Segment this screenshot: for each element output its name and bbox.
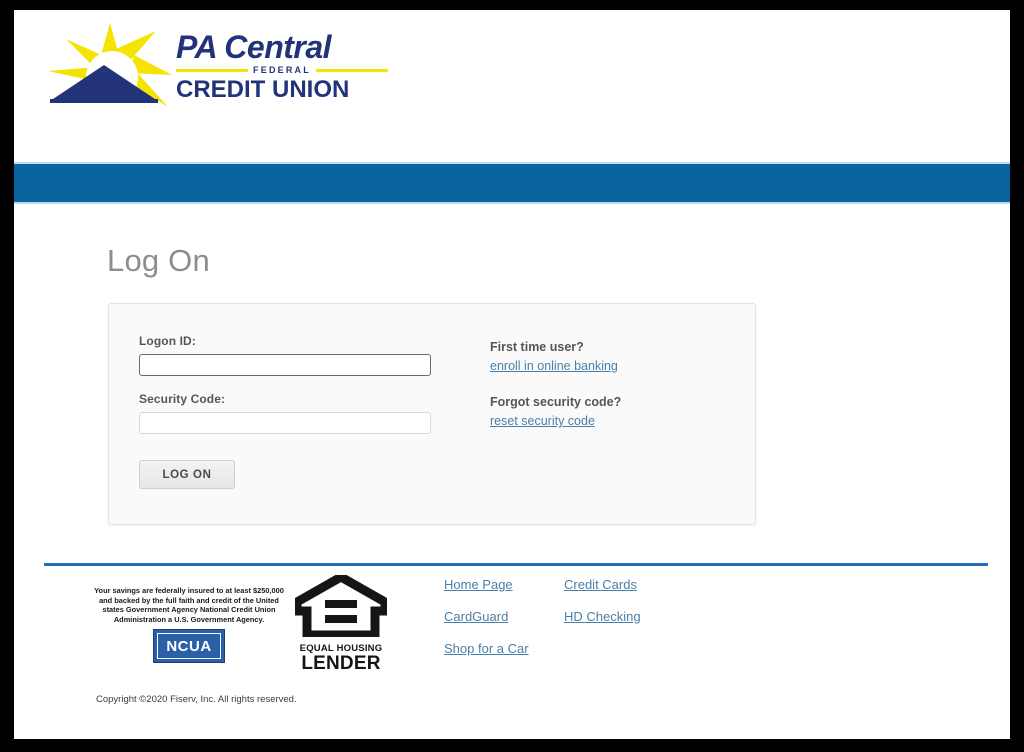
footer-link-cardguard[interactable]: CardGuard (444, 609, 508, 624)
footer-links-row: Home Page Credit Cards (444, 576, 704, 594)
security-code-field-group: Security Code: (139, 392, 469, 434)
footer-body: Your savings are federally insured to at… (14, 566, 1010, 718)
logo-name-secondary: CREDIT UNION (176, 76, 350, 103)
forgot-security-code-group: Forgot security code? reset security cod… (490, 395, 755, 430)
footer-links-row: CardGuard HD Checking (444, 608, 704, 626)
sun-mountain-logo-icon (48, 23, 173, 113)
footer-link-home-page[interactable]: Home Page (444, 577, 513, 592)
reset-security-code-link[interactable]: reset security code (490, 414, 595, 428)
site-logo[interactable]: PA Central FEDERAL CREDIT UNION (48, 23, 393, 118)
first-time-user-group: First time user? enroll in online bankin… (490, 340, 755, 375)
footer-link-cell: Credit Cards (564, 576, 637, 594)
login-form: Logon ID: Security Code: LOG ON (109, 304, 469, 524)
footer-link-credit-cards[interactable]: Credit Cards (564, 577, 637, 592)
browser-screenshot-frame: PA Central FEDERAL CREDIT UNION Log On L… (0, 0, 1024, 752)
ncua-seal-label: NCUA (166, 637, 212, 655)
security-code-label: Security Code: (139, 392, 226, 406)
ncua-seal-icon: NCUA (153, 629, 225, 664)
ncua-disclosure-text: Your savings are federally insured to at… (94, 586, 284, 624)
login-help-panel: First time user? enroll in online bankin… (469, 304, 755, 524)
logon-id-label: Logon ID: (139, 334, 196, 348)
page-title: Log On (107, 243, 210, 278)
site-header: PA Central FEDERAL CREDIT UNION (14, 10, 1010, 162)
forgot-security-code-heading: Forgot security code? (490, 395, 622, 409)
logon-id-field-group: Logon ID: (139, 334, 469, 376)
footer-link-hd-checking[interactable]: HD Checking (564, 609, 641, 624)
logon-id-input[interactable] (139, 354, 431, 376)
logo-federal-row: FEDERAL (176, 65, 388, 75)
ncua-disclosure-block: Your savings are federally insured to at… (94, 586, 284, 664)
equal-housing-lender-icon (291, 571, 391, 642)
log-on-button[interactable]: LOG ON (139, 460, 235, 489)
equal-housing-lender-wordmark: EQUAL HOUSING LENDER (291, 643, 391, 674)
security-code-input[interactable] (139, 412, 431, 434)
logo-rule-left (176, 68, 249, 72)
footer-link-cell: CardGuard (444, 608, 564, 626)
logo-federal-text: FEDERAL (253, 65, 311, 75)
footer-links-row: Shop for a Car (444, 640, 704, 658)
enroll-in-online-banking-link[interactable]: enroll in online banking (490, 359, 618, 373)
footer-link-cell: Shop for a Car (444, 640, 564, 658)
page-content: PA Central FEDERAL CREDIT UNION Log On L… (14, 10, 1010, 739)
first-time-user-heading: First time user? (490, 340, 584, 354)
footer-links: Home Page Credit Cards CardGuard HD Chec… (444, 576, 704, 672)
logo-rule-right (315, 68, 388, 72)
site-footer: Your savings are federally insured to at… (14, 563, 1010, 718)
equal-housing-lender-block: EQUAL HOUSING LENDER (291, 571, 391, 674)
logo-name-primary: PA Central (176, 29, 332, 65)
main-content: Log On Logon ID: Security Code: LOG ON F… (14, 204, 1010, 525)
footer-link-cell: HD Checking (564, 608, 641, 626)
logo-wordmark: PA Central FEDERAL CREDIT UNION (176, 30, 391, 103)
footer-link-cell: Home Page (444, 576, 564, 594)
navigation-band (14, 164, 1010, 202)
footer-link-shop-for-a-car[interactable]: Shop for a Car (444, 641, 529, 656)
copyright-text: Copyright ©2020 Fiserv, Inc. All rights … (96, 694, 297, 705)
login-card: Logon ID: Security Code: LOG ON First ti… (108, 303, 756, 525)
ehl-line-2: LENDER (301, 653, 381, 674)
